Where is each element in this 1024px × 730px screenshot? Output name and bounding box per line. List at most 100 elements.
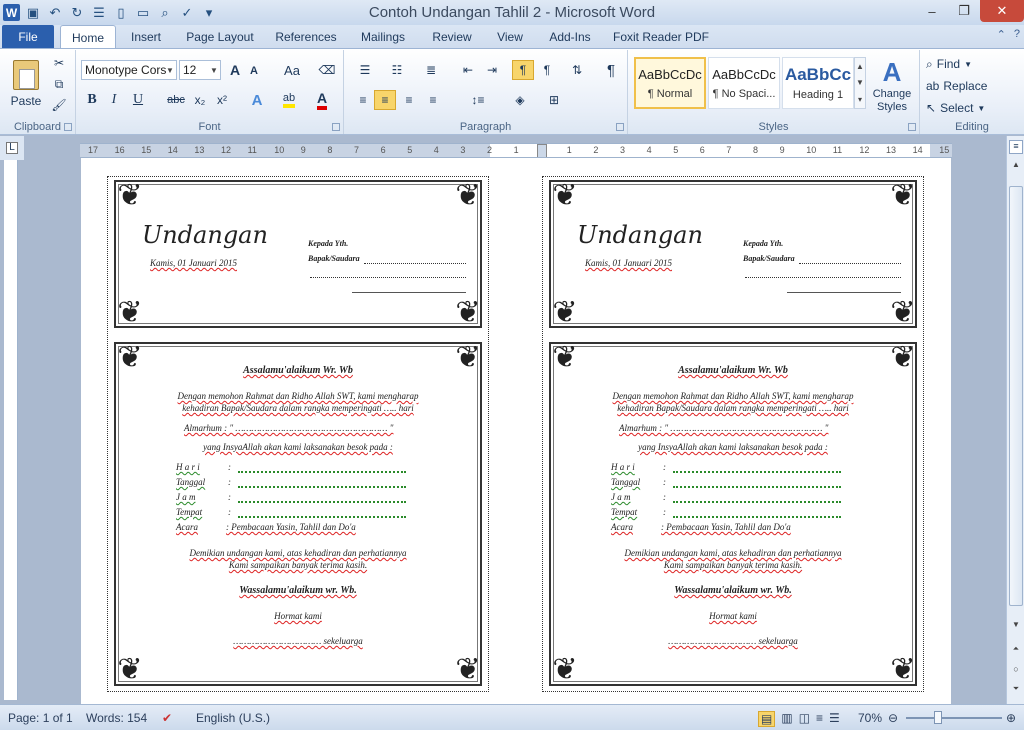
sort-icon[interactable]: ⇅	[566, 60, 588, 80]
tab-mailings[interactable]: Mailings	[350, 25, 416, 49]
zoom-level[interactable]: 70%	[858, 711, 882, 725]
tab-home[interactable]: Home	[60, 25, 116, 49]
clipboard-launcher-icon[interactable]	[64, 123, 72, 131]
zoom-in-icon[interactable]: ⊕	[1006, 711, 1016, 725]
tab-review[interactable]: Review	[422, 25, 482, 49]
language[interactable]: English (U.S.)	[196, 711, 270, 725]
style-normal[interactable]: AaBbCcDc ¶ Normal	[634, 57, 706, 109]
show-formatting-button[interactable]: ¶	[600, 60, 622, 80]
previous-page-icon[interactable]: ⏶	[1009, 644, 1023, 658]
justify-icon[interactable]: ≡	[422, 90, 444, 110]
zoom-slider-thumb[interactable]	[934, 711, 942, 724]
minimize-ribbon-icon[interactable]: ⌃	[997, 28, 1006, 41]
style-heading-1[interactable]: AaBbCc Heading 1	[782, 57, 854, 109]
font-size-select[interactable]: 12 ▼	[179, 60, 221, 80]
font-name-select[interactable]: Monotype Cors ▼	[81, 60, 177, 80]
vertical-scrollbar[interactable]: ≡ ▲ ▼ ⏶ ○ ⏷	[1006, 136, 1024, 704]
next-page-icon[interactable]: ⏷	[1009, 684, 1023, 698]
format-painter-icon[interactable]: 🖌	[50, 96, 68, 114]
shrink-font-button[interactable]: A	[246, 62, 262, 80]
underline-button[interactable]: U	[128, 90, 148, 110]
ltr-direction-icon[interactable]: ¶	[512, 60, 534, 80]
help-icon[interactable]: ?	[1014, 28, 1020, 41]
font-launcher-icon[interactable]	[332, 123, 340, 131]
cut-icon[interactable]: ✂	[50, 54, 68, 72]
scroll-thumb[interactable]	[1009, 186, 1023, 606]
find-button[interactable]: ⌕ Find ▼	[926, 54, 996, 74]
multilevel-list-icon[interactable]: ≣	[416, 60, 446, 80]
subscript-button[interactable]: x₂	[190, 90, 210, 110]
text-effects-icon[interactable]: A	[246, 90, 268, 110]
line-spacing-icon[interactable]: ↕≡	[464, 90, 492, 110]
grow-font-button[interactable]: A	[226, 60, 244, 80]
chevron-down-icon[interactable]: ▼	[856, 78, 864, 87]
decrease-indent-icon[interactable]: ⇤	[458, 60, 478, 80]
rtl-direction-icon[interactable]: ¶	[537, 60, 557, 80]
close-button[interactable]: ✕	[980, 0, 1024, 22]
addressee-line	[364, 263, 466, 264]
select-browse-object-icon[interactable]: ○	[1009, 664, 1023, 678]
indent-marker[interactable]	[537, 144, 547, 157]
styles-scroll[interactable]: ▲ ▼ ▾	[854, 57, 866, 109]
page-count[interactable]: Page: 1 of 1	[8, 711, 73, 725]
invitation-date: Kamis, 01 Januari 2015	[585, 258, 673, 268]
ruler-toggle-icon[interactable]: ≡	[1009, 140, 1023, 154]
word-count[interactable]: Words: 154	[86, 711, 147, 725]
align-center-icon[interactable]: ≡	[374, 90, 396, 110]
numbering-icon[interactable]: ☷	[384, 60, 410, 80]
outline-icon[interactable]: ≡	[816, 711, 823, 727]
paste-button[interactable]: Paste	[6, 54, 46, 114]
styles-launcher-icon[interactable]	[908, 123, 916, 131]
superscript-button[interactable]: x²	[212, 90, 232, 110]
tab-view[interactable]: View	[488, 25, 532, 49]
tab-insert[interactable]: Insert	[120, 25, 172, 49]
ruler-tick: 5	[673, 145, 679, 155]
borders-icon[interactable]: ⊞	[540, 90, 568, 110]
strikethrough-button[interactable]: abc	[164, 90, 188, 110]
tab-references[interactable]: References	[268, 25, 344, 49]
chevron-up-icon[interactable]: ▲	[856, 62, 864, 71]
select-button[interactable]: ↖ Select ▼	[926, 98, 1006, 118]
draft-icon[interactable]: ☰	[829, 711, 840, 727]
clear-formatting-icon[interactable]: ⌫	[316, 60, 338, 80]
zoom-out-icon[interactable]: ⊖	[888, 711, 898, 725]
increase-indent-icon[interactable]: ⇥	[482, 60, 502, 80]
tab-file[interactable]: File	[2, 25, 54, 48]
greeting: Assalamu'alaikum Wr. Wb	[243, 365, 353, 376]
italic-button[interactable]: I	[104, 90, 124, 110]
highlight-icon[interactable]: ab	[276, 90, 302, 110]
print-layout-icon[interactable]: ▤	[758, 711, 776, 727]
web-layout-icon[interactable]: ◫	[799, 711, 810, 727]
vertical-ruler[interactable]	[4, 160, 18, 700]
minimize-button[interactable]: –	[916, 0, 948, 22]
font-color-icon[interactable]: A	[310, 90, 334, 110]
change-styles-button[interactable]: A Change Styles	[870, 52, 914, 118]
bullets-icon[interactable]: ☰	[352, 60, 378, 80]
proofing-icon[interactable]: ✔	[162, 711, 172, 725]
restore-button[interactable]: ❐	[948, 0, 980, 22]
scroll-down-icon[interactable]: ▼	[1009, 620, 1023, 634]
tab-selector[interactable]: L	[0, 136, 24, 160]
zoom-slider[interactable]	[906, 717, 1002, 719]
bold-button[interactable]: B	[82, 90, 102, 110]
tab-page-layout[interactable]: Page Layout	[178, 25, 262, 49]
tab-add-ins[interactable]: Add-Ins	[538, 25, 602, 49]
align-left-icon[interactable]: ≡	[352, 90, 374, 110]
event-field-colon: :	[663, 492, 666, 502]
change-case-button[interactable]: Aa	[278, 60, 306, 80]
more-icon[interactable]: ▾	[858, 95, 862, 104]
invitation-card: ❦ ❦ ❦ ❦ ❦ ❦ ❦ ❦ Undangan Kamis, 01 Januari 2015 Ke…	[107, 176, 489, 692]
paragraph-launcher-icon[interactable]	[616, 123, 624, 131]
full-screen-reading-icon[interactable]: ▥	[781, 711, 792, 727]
ruler-tick: 15	[141, 145, 152, 155]
align-right-icon[interactable]: ≡	[398, 90, 420, 110]
horizontal-ruler[interactable]: 17 16 15 14 13 12 11 10 9 8 7 6 5 4 3 2 1 1 2 3 4 5 6 7 8 9 10 11 12…	[80, 143, 952, 158]
replace-button[interactable]: ab Replace	[926, 76, 1006, 96]
style-no-spacing[interactable]: AaBbCcDc ¶ No Spaci...	[708, 57, 780, 109]
tab-foxit-reader-pdf[interactable]: Foxit Reader PDF	[608, 25, 714, 49]
scroll-up-icon[interactable]: ▲	[1009, 160, 1023, 174]
shading-icon[interactable]: ◈	[506, 90, 534, 110]
event-field-line	[673, 516, 841, 518]
ornament-corner-icon: ❦	[117, 296, 143, 329]
copy-icon[interactable]: ⧉	[50, 75, 68, 93]
